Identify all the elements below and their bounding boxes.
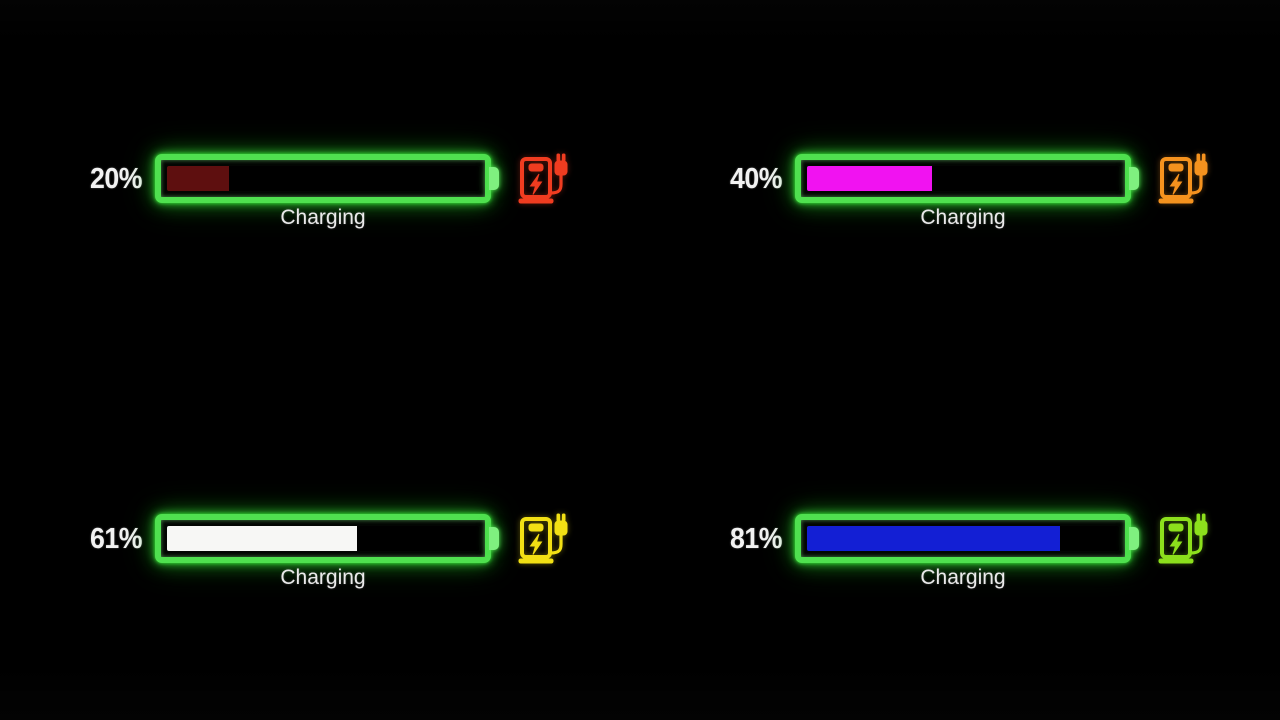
ev-charging-station-icon bbox=[518, 511, 572, 567]
battery-body bbox=[795, 154, 1131, 203]
ev-charging-station-icon bbox=[1158, 151, 1212, 207]
battery-percent-label: 40% bbox=[729, 163, 782, 195]
battery-percent-label: 61% bbox=[89, 523, 142, 555]
ev-charging-station-icon bbox=[518, 151, 572, 207]
charging-status-label: Charging bbox=[280, 566, 366, 589]
charging-row: 81% bbox=[640, 508, 1280, 570]
ev-charging-station-icon bbox=[1158, 511, 1212, 567]
charging-row: 61% bbox=[0, 508, 640, 570]
battery-terminal-nub bbox=[1129, 167, 1139, 190]
charging-row: 40% bbox=[640, 148, 1280, 210]
battery-indicator bbox=[795, 154, 1139, 203]
battery-body bbox=[155, 154, 491, 203]
battery-body bbox=[795, 514, 1131, 563]
battery-track bbox=[167, 526, 479, 551]
battery-fill bbox=[807, 526, 1060, 551]
charging-status-label: Charging bbox=[920, 206, 1006, 229]
battery-terminal-nub bbox=[489, 527, 499, 550]
battery-percent-label: 81% bbox=[729, 523, 782, 555]
battery-track bbox=[167, 166, 479, 191]
charging-status-label: Charging bbox=[280, 206, 366, 229]
charging-cell: 40% Charging bbox=[640, 0, 1280, 360]
battery-percent-label: 20% bbox=[89, 163, 142, 195]
charging-row: 20% bbox=[0, 148, 640, 210]
battery-fill bbox=[167, 166, 230, 191]
charging-status-screen: 20% Charging 40% Charging 61% Charging 8… bbox=[0, 0, 1280, 720]
battery-fill bbox=[167, 526, 358, 551]
battery-fill bbox=[807, 166, 932, 191]
charging-cell: 81% Charging bbox=[640, 360, 1280, 720]
battery-terminal-nub bbox=[1129, 527, 1139, 550]
battery-terminal-nub bbox=[489, 167, 499, 190]
charging-cell: 20% Charging bbox=[0, 0, 640, 360]
charging-status-label: Charging bbox=[920, 566, 1006, 589]
charging-cell: 61% Charging bbox=[0, 360, 640, 720]
battery-body bbox=[155, 514, 491, 563]
battery-track bbox=[807, 166, 1119, 191]
battery-indicator bbox=[155, 154, 499, 203]
battery-indicator bbox=[155, 514, 499, 563]
battery-indicator bbox=[795, 514, 1139, 563]
battery-track bbox=[807, 526, 1119, 551]
